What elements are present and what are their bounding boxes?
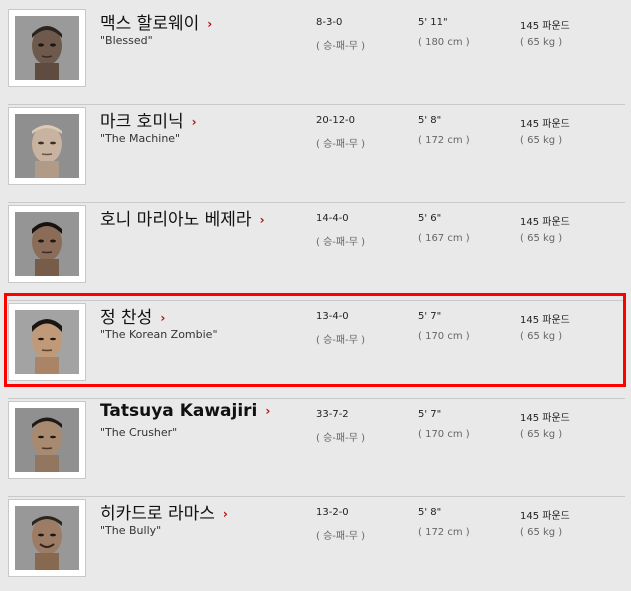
row-divider (8, 300, 625, 301)
fighter-name-link[interactable]: 마크 호미닉 (100, 112, 184, 132)
fighter-portrait-image (15, 408, 79, 472)
fighter-height: 5' 8" (418, 115, 442, 126)
fighter-weight-kg: ( 65 kg ) (520, 233, 563, 244)
fighter-nickname: "The Crusher" (100, 426, 178, 439)
chevron-right-icon[interactable]: › (207, 17, 212, 31)
fighter-weight-kg: ( 65 kg ) (520, 37, 563, 48)
fighter-portrait-image (15, 506, 79, 570)
fighter-height: 5' 6" (418, 213, 442, 224)
record-label: ( 승-패-무 ) (316, 335, 365, 346)
record-label: ( 승-패-무 ) (316, 41, 365, 52)
fighter-name-link[interactable]: 히카드로 라마스 (100, 504, 215, 524)
record-label: ( 승-패-무 ) (316, 433, 365, 444)
fighter-weight: 145 파운드 (520, 315, 570, 326)
row-divider (8, 202, 625, 203)
fighter-row: 정 찬성 › "The Korean Zombie" 13-4-0 ( 승-패-무… (8, 303, 625, 399)
fighter-record: 14-4-0 (316, 213, 349, 224)
fighter-record: 20-12-0 (316, 115, 356, 126)
fighter-photo[interactable] (8, 107, 86, 185)
fighter-row: 히카드로 라마스 › "The Bully" 13-2-0 ( 승-패-무 ) 5… (8, 499, 625, 589)
fighter-row: 마크 호미닉 › "The Machine" 20-12-0 ( 승-패-무 ) … (8, 107, 625, 203)
fighter-row: 맥스 할로웨이 › "Blessed" 8-3-0 ( 승-패-무 ) 5' 11… (8, 9, 625, 105)
fighter-height: 5' 7" (418, 409, 442, 420)
fighter-weight-kg: ( 65 kg ) (520, 331, 563, 342)
fighter-nickname: "The Machine" (100, 132, 181, 145)
row-divider (8, 398, 625, 399)
fighter-row: 호니 마리아노 베제라 › 14-4-0 ( 승-패-무 ) 5' 6" ( 16… (8, 205, 625, 301)
fighter-portrait-image (15, 310, 79, 374)
record-label: ( 승-패-무 ) (316, 237, 365, 248)
fighter-weight: 145 파운드 (520, 119, 570, 130)
fighter-portrait-image (15, 212, 79, 276)
fighter-height-cm: ( 180 cm ) (418, 37, 470, 48)
chevron-right-icon[interactable]: › (265, 404, 270, 418)
fighter-photo[interactable] (8, 9, 86, 87)
fighter-record: 33-7-2 (316, 409, 349, 420)
fighter-nickname: "The Korean Zombie" (100, 328, 218, 341)
fighter-weight-kg: ( 65 kg ) (520, 135, 563, 146)
fighter-height: 5' 11" (418, 17, 448, 28)
fighter-height: 5' 8" (418, 507, 442, 518)
fighter-height-cm: ( 172 cm ) (418, 527, 470, 538)
fighter-photo[interactable] (8, 499, 86, 577)
chevron-right-icon[interactable]: › (223, 507, 228, 521)
fighter-record: 13-2-0 (316, 507, 349, 518)
fighter-height: 5' 7" (418, 311, 442, 322)
chevron-right-icon[interactable]: › (160, 311, 165, 325)
fighter-photo[interactable] (8, 205, 86, 283)
fighter-name-link[interactable]: 맥스 할로웨이 (100, 14, 199, 34)
fighter-nickname: "Blessed" (100, 34, 153, 47)
chevron-right-icon[interactable]: › (260, 213, 265, 227)
fighter-record: 8-3-0 (316, 17, 343, 28)
fighter-height-cm: ( 172 cm ) (418, 135, 470, 146)
fighter-height-cm: ( 167 cm ) (418, 233, 470, 244)
fighter-portrait-image (15, 16, 79, 80)
fighter-weight: 145 파운드 (520, 217, 570, 228)
fighter-height-cm: ( 170 cm ) (418, 331, 470, 342)
fighter-name-link[interactable]: 정 찬성 (100, 308, 152, 328)
fighter-name-link[interactable]: 호니 마리아노 베제라 (100, 210, 252, 230)
record-label: ( 승-패-무 ) (316, 139, 365, 150)
fighter-name-link[interactable]: Tatsuya Kawajiri (100, 401, 257, 421)
fighter-weight: 145 파운드 (520, 511, 570, 522)
chevron-right-icon[interactable]: › (192, 115, 197, 129)
fighter-portrait-image (15, 114, 79, 178)
fighter-record: 13-4-0 (316, 311, 349, 322)
row-divider (8, 104, 625, 105)
fighter-photo[interactable] (8, 401, 86, 479)
fighter-nickname: "The Bully" (100, 524, 162, 537)
fighter-row: Tatsuya Kawajiri › "The Crusher" 33-7-2 (… (8, 401, 625, 497)
fighter-weight-kg: ( 65 kg ) (520, 527, 563, 538)
fighter-weight: 145 파운드 (520, 21, 570, 32)
fighter-weight-kg: ( 65 kg ) (520, 429, 563, 440)
row-divider (8, 496, 625, 497)
fighter-weight: 145 파운드 (520, 413, 570, 424)
fighter-height-cm: ( 170 cm ) (418, 429, 470, 440)
fighter-photo[interactable] (8, 303, 86, 381)
record-label: ( 승-패-무 ) (316, 531, 365, 542)
